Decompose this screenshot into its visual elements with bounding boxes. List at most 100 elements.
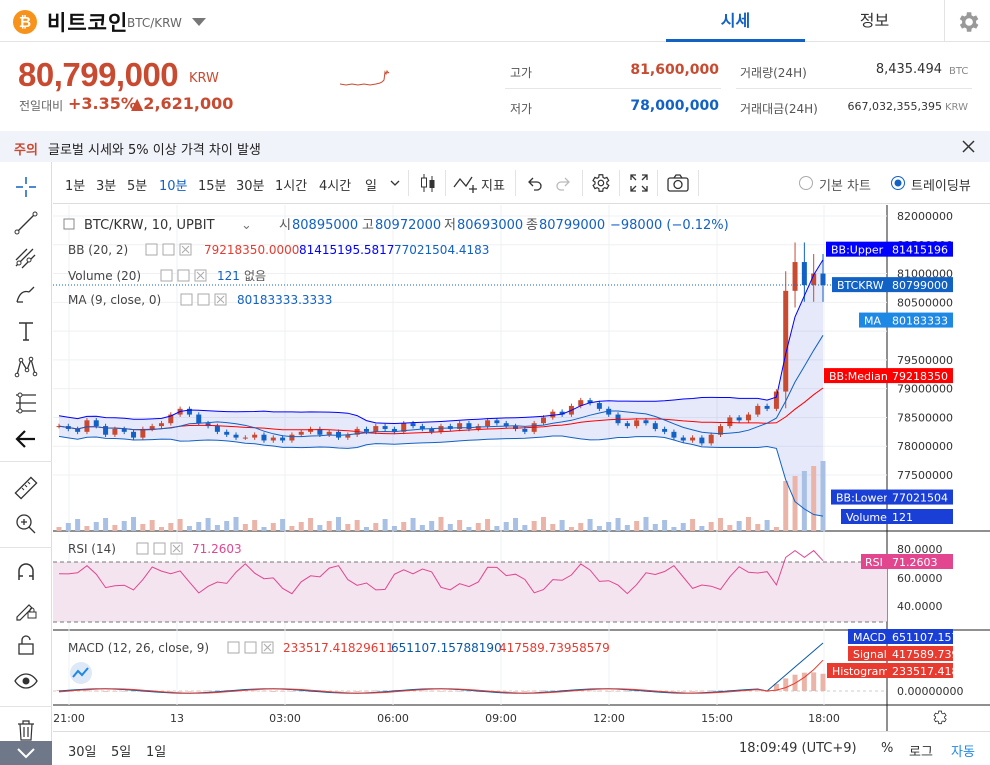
fullscreen-icon[interactable] <box>629 173 649 193</box>
rsi-legend-label[interactable]: RSI (14) <box>68 542 116 556</box>
volume-bar <box>699 526 705 531</box>
coin-pair[interactable]: BTC/KRW <box>127 16 182 30</box>
macd-legend-label[interactable]: MACD (12, 26, close, 9) <box>68 641 209 655</box>
basic-chart-label[interactable]: 기본 차트 <box>819 175 871 194</box>
clock[interactable]: 18:09:49 (UTC+9) <box>739 741 857 756</box>
back-arrow-icon[interactable] <box>13 426 39 452</box>
text-tool-icon[interactable] <box>13 318 39 344</box>
rsi-legend-controls[interactable] <box>136 542 183 555</box>
interval-1m[interactable]: 1분 <box>65 175 85 194</box>
interval-3m[interactable]: 3분 <box>96 175 116 194</box>
macd-histogram-bar <box>345 691 351 692</box>
low-label: 저가 <box>510 102 533 116</box>
collapse-legend-icon[interactable] <box>63 218 75 230</box>
legend-open-chevron[interactable]: ⌄ <box>241 218 252 233</box>
volume-bar <box>531 521 537 531</box>
log-toggle[interactable]: 로그 <box>909 741 933 760</box>
interval-dropdown-icon[interactable] <box>389 178 401 188</box>
tradingview-logo-icon[interactable] <box>70 662 92 684</box>
volume-legend-label[interactable]: Volume (20) <box>68 269 141 283</box>
chevron-down-icon[interactable] <box>16 747 36 759</box>
close-icon[interactable] <box>961 139 976 154</box>
tradingview-label[interactable]: 트레이딩뷰 <box>911 175 971 194</box>
tab-quote[interactable]: 시세 <box>666 0 805 42</box>
volume-bar <box>513 518 519 531</box>
volume-bar <box>354 520 360 531</box>
undo-icon[interactable] <box>525 174 543 192</box>
macd-histogram-bar <box>196 690 202 692</box>
coin-name[interactable]: 비트코인 <box>47 7 128 37</box>
candle-body <box>652 423 658 429</box>
range-1d[interactable]: 1일 <box>146 741 166 760</box>
unlock-icon[interactable] <box>13 632 39 658</box>
percent-toggle[interactable]: % <box>881 741 893 756</box>
price-tag-value: 81415196 <box>892 244 948 257</box>
trading-chart[interactable]: BTC/KRW, 10, UPBIT ⌄ 시 80895000 고 809720… <box>53 205 990 731</box>
candle-body <box>708 434 714 444</box>
radio-tradingview[interactable] <box>890 175 906 191</box>
interval-1h[interactable]: 1시간 <box>275 175 307 194</box>
trend-line-icon[interactable] <box>13 210 39 236</box>
macd-histogram-bar <box>634 691 640 692</box>
price-tag-name: BTCKRW <box>837 279 884 292</box>
trash-icon[interactable] <box>13 717 39 743</box>
chart-settings-icon[interactable] <box>589 172 611 194</box>
bb-legend-label[interactable]: BB (20, 2) <box>68 243 128 257</box>
price-tag-value: 121 <box>892 511 913 524</box>
interval-15m[interactable]: 15분 <box>198 175 227 194</box>
volume-bar <box>550 524 556 531</box>
change-label: 전일대비 <box>19 99 64 113</box>
macd-histogram-bar <box>680 691 686 692</box>
volume-legend-controls[interactable] <box>160 269 207 282</box>
pitchfork-icon[interactable] <box>13 246 39 272</box>
lock-drawing-icon[interactable] <box>13 596 39 622</box>
toolbar-divider <box>619 170 620 196</box>
magnet-icon[interactable] <box>13 560 39 586</box>
redo-icon[interactable] <box>555 174 573 192</box>
settings-gear-icon[interactable] <box>955 9 981 35</box>
range-5d[interactable]: 5일 <box>111 741 131 760</box>
macd-histogram-bar <box>298 691 304 692</box>
volume-bar <box>280 519 286 531</box>
tab-info[interactable]: 정보 <box>806 0 943 42</box>
macd-histogram-bar <box>429 690 435 692</box>
indicators-label[interactable]: 지표 <box>481 175 505 194</box>
volume-bar <box>336 517 342 531</box>
range-30d[interactable]: 30일 <box>68 741 97 760</box>
interval-10m[interactable]: 10분 <box>159 175 188 194</box>
indicators-icon[interactable] <box>453 173 479 193</box>
interval-30m[interactable]: 30분 <box>236 175 265 194</box>
candle-body <box>410 423 416 427</box>
interval-5m[interactable]: 5분 <box>127 175 147 194</box>
candle-body <box>261 434 267 441</box>
brush-icon[interactable] <box>13 282 39 308</box>
prediction-tool-icon[interactable] <box>13 390 39 416</box>
crosshair-icon[interactable] <box>13 174 39 200</box>
header-divider <box>944 0 945 42</box>
radio-basic-chart[interactable] <box>798 175 814 191</box>
macd-histogram-bar <box>550 690 556 692</box>
bb-legend-controls[interactable] <box>145 243 192 256</box>
visibility-eye-icon[interactable] <box>13 668 39 694</box>
candle-body <box>363 428 369 432</box>
macd-histogram-bar <box>606 691 612 692</box>
volume-bar <box>606 522 612 531</box>
toolbar-collapse[interactable] <box>0 741 52 765</box>
interval-1d[interactable]: 일 <box>365 175 377 194</box>
interval-4h[interactable]: 4시간 <box>319 175 351 194</box>
zoom-in-icon[interactable] <box>13 511 39 537</box>
volume-bar <box>745 517 751 531</box>
current-price: 80,799,000 <box>18 56 179 93</box>
ruler-icon[interactable] <box>13 475 39 501</box>
camera-icon[interactable] <box>666 173 690 193</box>
ma-legend-controls[interactable] <box>180 293 227 306</box>
auto-toggle[interactable]: 자동 <box>951 741 975 760</box>
coin-dropdown-caret-icon[interactable] <box>192 18 206 26</box>
candle-body <box>280 437 286 441</box>
volume-bar <box>624 525 630 531</box>
drawing-toolbar <box>0 162 52 765</box>
pattern-icon[interactable] <box>13 354 39 380</box>
macd-legend-controls[interactable] <box>227 641 274 654</box>
ma-legend-label[interactable]: MA (9, close, 0) <box>68 293 161 307</box>
candlestick-type-icon[interactable] <box>417 172 439 194</box>
